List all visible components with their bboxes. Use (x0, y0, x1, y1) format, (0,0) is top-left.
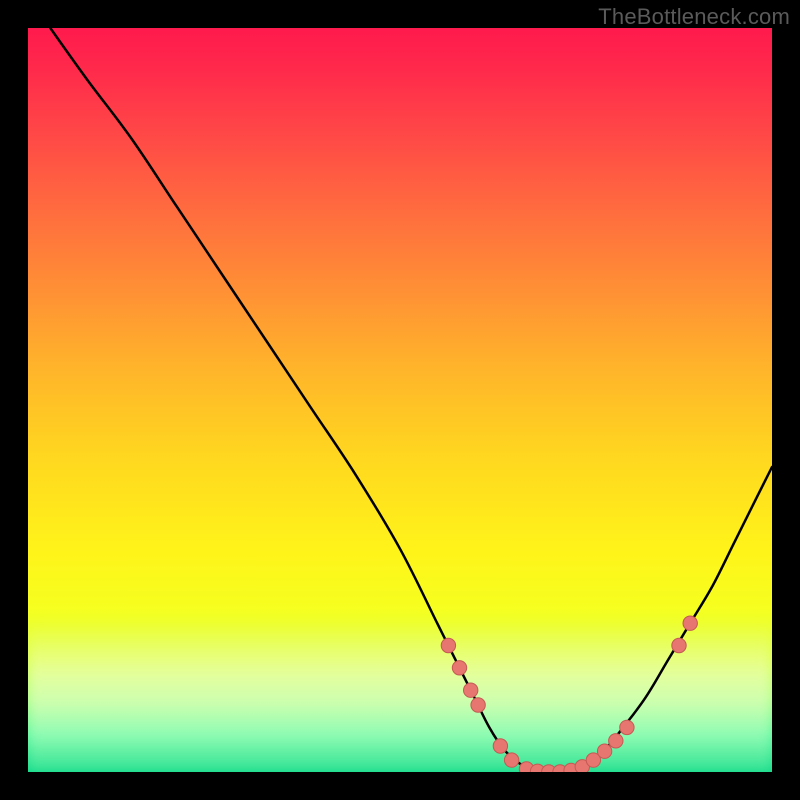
watermark-text: TheBottleneck.com (598, 4, 790, 30)
curve-dot (620, 720, 634, 734)
curve-dot (441, 638, 455, 652)
curve-dot (597, 744, 611, 758)
curve-dot (672, 638, 686, 652)
curve-dot (609, 734, 623, 748)
curve-dot (464, 683, 478, 697)
curve-dot (452, 661, 466, 675)
curve-dot (683, 616, 697, 630)
curve-dot (504, 753, 518, 767)
bottleneck-curve (50, 28, 772, 772)
curve-dot (471, 698, 485, 712)
curve-layer (28, 28, 772, 772)
curve-dot (493, 739, 507, 753)
curve-markers (441, 616, 697, 772)
plot-area (28, 28, 772, 772)
